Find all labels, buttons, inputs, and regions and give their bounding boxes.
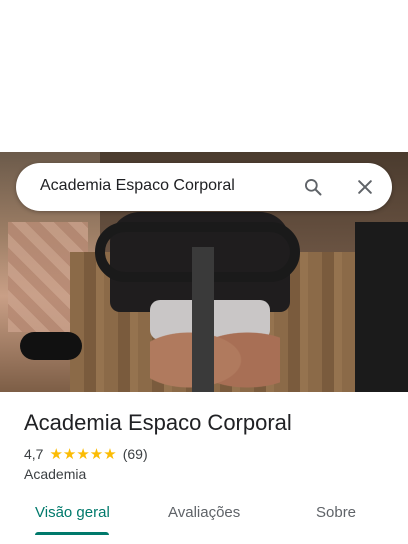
tab-about[interactable]: Sobre: [316, 504, 356, 521]
rating-value: 4,7: [24, 446, 44, 462]
place-category: Academia: [24, 466, 87, 482]
rating-row[interactable]: 4,7 ★★★★★ (69): [24, 445, 148, 463]
photo-legs: [150, 312, 280, 392]
search-bar[interactable]: Academia Espaco Corporal: [16, 163, 392, 211]
photo-machine: [355, 222, 408, 392]
place-title: Academia Espaco Corporal: [24, 410, 292, 435]
active-tab-indicator: [35, 532, 109, 535]
map-blank-area: [0, 0, 408, 152]
photo-seat: [20, 332, 82, 360]
rating-stars-icon: ★★★★★: [49, 446, 117, 463]
search-icon[interactable]: [303, 177, 323, 197]
tab-bar: Visão geral Avaliações Sobre: [0, 496, 408, 544]
tab-overview[interactable]: Visão geral: [35, 504, 110, 521]
photo-bike-post: [192, 247, 214, 392]
search-input[interactable]: Academia Espaco Corporal: [40, 177, 235, 195]
review-count[interactable]: (69): [123, 446, 148, 462]
tab-reviews[interactable]: Avaliações: [168, 504, 240, 521]
close-icon[interactable]: [355, 177, 375, 197]
